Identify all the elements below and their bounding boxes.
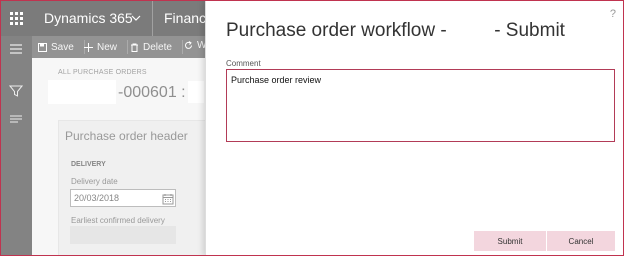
cancel-button[interactable]: Cancel [547, 231, 615, 251]
comment-label: Comment [226, 59, 261, 68]
modal-overlay[interactable] [0, 0, 205, 256]
help-icon[interactable]: ? [610, 8, 616, 20]
dialog-title: Purchase order workflow - - Submit [226, 20, 565, 41]
comment-textarea[interactable]: Purchase order review [226, 69, 615, 142]
submit-button[interactable]: Submit [474, 231, 546, 251]
workflow-dialog: Purchase order workflow - - Submit ? Com… [205, 0, 624, 256]
